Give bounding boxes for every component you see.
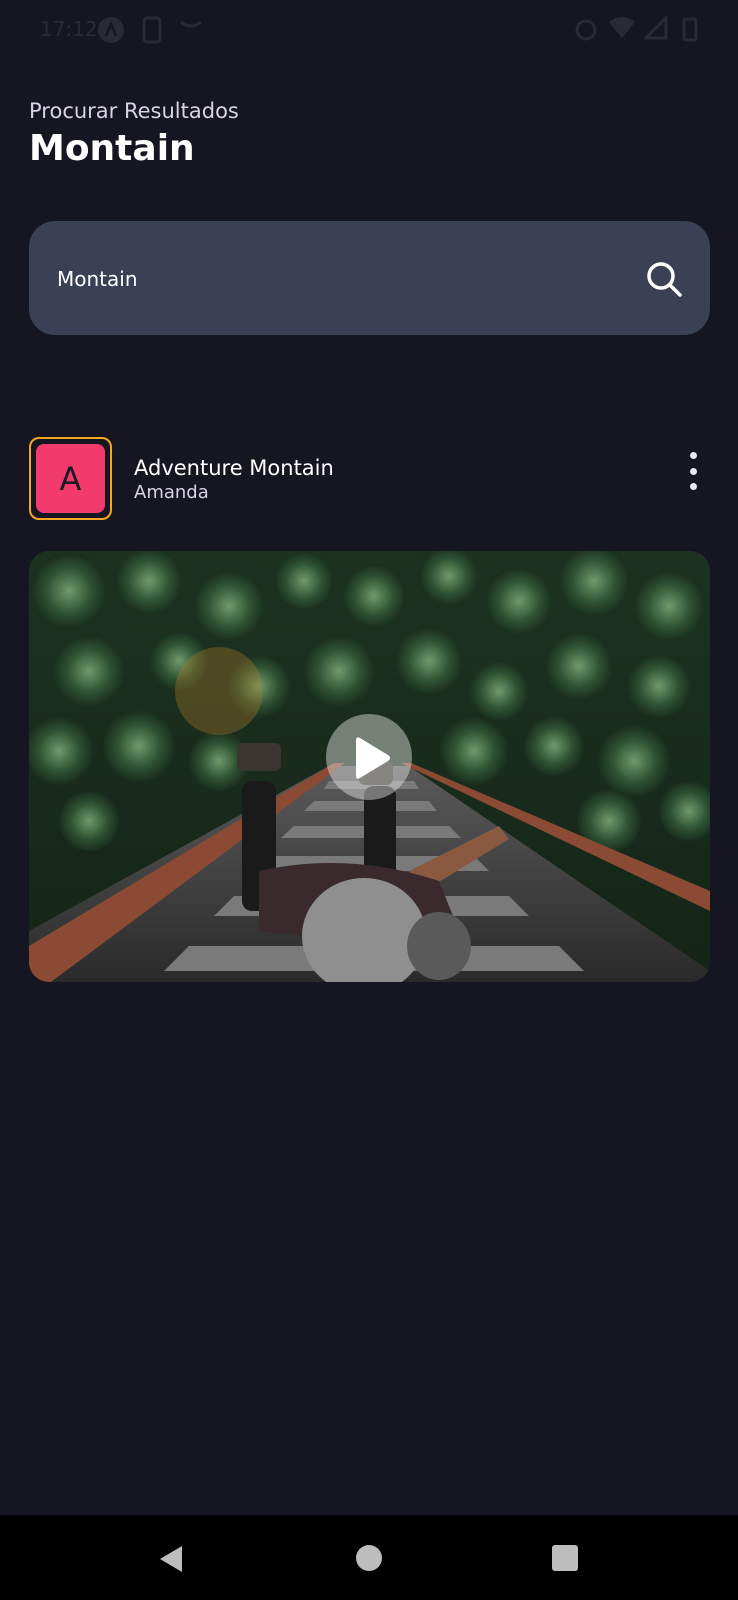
result-avatar[interactable]: A — [29, 437, 112, 520]
app-screen: 17:12 Procurar Resultados Montain Montai… — [0, 0, 738, 1600]
signal-icon — [644, 16, 668, 40]
home-icon[interactable] — [356, 1545, 382, 1571]
wifi-icon — [608, 16, 636, 40]
result-author: Amanda — [134, 482, 209, 503]
avatar-letter: A — [36, 444, 105, 513]
status-time: 17:12 — [40, 17, 98, 41]
video-thumbnail[interactable] — [29, 551, 710, 982]
result-title[interactable]: Adventure Montain — [134, 456, 334, 480]
status-bar: 17:12 — [0, 0, 738, 58]
notification-icon — [178, 16, 204, 32]
search-icon[interactable] — [644, 259, 684, 299]
battery-icon — [682, 16, 698, 42]
system-nav-bar — [0, 1515, 738, 1600]
search-bar — [29, 221, 710, 335]
play-button[interactable] — [326, 714, 412, 800]
play-icon — [356, 737, 390, 779]
alarm-icon — [573, 16, 599, 42]
page-title: Montain — [29, 128, 195, 169]
search-input[interactable] — [57, 259, 617, 299]
more-vertical-icon[interactable] — [680, 448, 706, 494]
back-icon[interactable] — [158, 1544, 184, 1578]
recents-icon[interactable] — [552, 1545, 578, 1571]
screenshot-icon — [141, 16, 163, 44]
page-subtitle: Procurar Resultados — [29, 99, 239, 123]
app-icon — [97, 16, 125, 44]
